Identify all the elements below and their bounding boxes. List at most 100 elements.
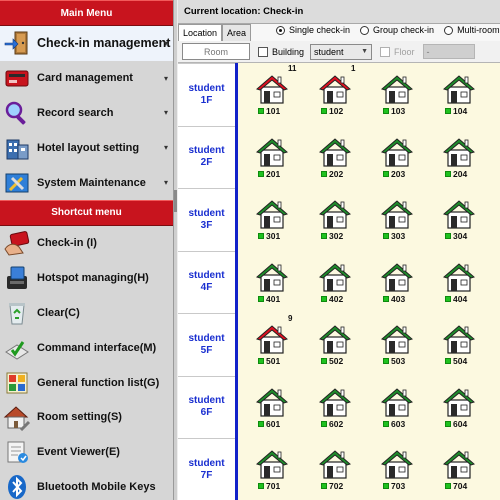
- room-guest-count: 1: [351, 64, 356, 73]
- menu-card-management[interactable]: Card management ▾: [0, 61, 173, 96]
- radio-group-checkin[interactable]: Group check-in: [360, 25, 434, 35]
- shortcut-command-interface[interactable]: Command interface(M): [0, 330, 173, 365]
- room-104[interactable]: 104: [441, 73, 481, 119]
- room-402[interactable]: 402: [317, 261, 357, 307]
- room-number: 203: [383, 169, 405, 179]
- room-number-text: 604: [453, 418, 468, 429]
- room-101[interactable]: 101: [254, 73, 294, 119]
- room-503[interactable]: 503: [379, 323, 419, 369]
- floor-select[interactable]: -: [422, 44, 475, 59]
- room-number: 503: [383, 356, 405, 366]
- vacant-house-icon: [256, 387, 288, 417]
- room-703[interactable]: 703: [379, 448, 419, 494]
- room-302[interactable]: 302: [317, 198, 357, 244]
- shortcut-general-function-list[interactable]: General function list(G): [0, 365, 173, 400]
- radio-multi-room[interactable]: Multi-room: [444, 25, 500, 35]
- room-number-text: 704: [453, 481, 468, 491]
- room-303[interactable]: 303: [379, 198, 419, 244]
- room-603[interactable]: 603: [379, 386, 419, 432]
- shortcut-room-setting[interactable]: Room setting(S): [0, 400, 173, 435]
- shortcut-hotspot-managing[interactable]: Hotspot managing(H): [0, 261, 173, 296]
- room-601[interactable]: 601: [254, 386, 294, 432]
- floor-checkbox[interactable]: Floor: [380, 46, 415, 57]
- building-select[interactable]: student ▼: [310, 43, 373, 60]
- room-number-text: 204: [453, 168, 468, 179]
- room-number-text: 101: [266, 106, 281, 116]
- room-102[interactable]: 102: [317, 73, 357, 119]
- shortcut-clear[interactable]: Clear(C): [0, 296, 173, 331]
- floor-label-4f[interactable]: student 4F: [178, 250, 235, 314]
- room-204[interactable]: 204: [441, 136, 481, 182]
- floor-label-5f[interactable]: student 5F: [178, 313, 235, 376]
- radio-dot: [276, 25, 285, 35]
- shortcut-bluetooth-mobile-keys[interactable]: Bluetooth Mobile Keys: [0, 470, 173, 500]
- menu-system-maintenance[interactable]: System Maintenance ▾: [0, 165, 173, 200]
- room-701[interactable]: 701: [254, 448, 294, 494]
- status-indicator-icon: [258, 358, 264, 364]
- room-501[interactable]: 501: [254, 323, 294, 369]
- room-403[interactable]: 403: [379, 261, 419, 307]
- room-401[interactable]: 401: [254, 261, 294, 307]
- shortcut-event-viewer[interactable]: Event Viewer(E): [0, 435, 173, 470]
- room-201[interactable]: 201: [254, 136, 294, 182]
- room-301[interactable]: 301: [254, 198, 294, 244]
- room-number-text: 104: [453, 106, 468, 116]
- splitter-grip[interactable]: [174, 190, 177, 212]
- radio-single-checkin[interactable]: Single check-in: [276, 25, 350, 35]
- room-704[interactable]: 704: [441, 448, 481, 494]
- room-number: 402: [321, 294, 343, 304]
- vacant-house-icon: [381, 137, 413, 167]
- building-select-value: student: [314, 46, 344, 57]
- room-search-input[interactable]: [182, 43, 250, 60]
- radio-label: Single check-in: [289, 25, 351, 35]
- room-number-text: 202: [329, 168, 344, 179]
- room-404[interactable]: 404: [441, 261, 481, 307]
- room-202[interactable]: 202: [317, 136, 357, 182]
- card-icon: [3, 64, 31, 92]
- door-exit-icon: [3, 29, 31, 57]
- room-103[interactable]: 103: [379, 73, 419, 119]
- room-604[interactable]: 604: [441, 386, 481, 432]
- floor-label-7f[interactable]: student 7F: [178, 438, 235, 500]
- room-number-text: 402: [329, 293, 344, 304]
- menu-checkin-management[interactable]: Check-in management ▾: [0, 26, 173, 61]
- status-indicator-icon: [445, 233, 451, 239]
- floor-label-1f[interactable]: student 1F: [178, 63, 235, 126]
- room-203[interactable]: 203: [379, 136, 419, 182]
- vacant-house-icon: [443, 387, 475, 417]
- vacant-house-icon: [443, 325, 475, 354]
- room-602[interactable]: 602: [317, 386, 357, 432]
- room-304[interactable]: 304: [441, 198, 481, 244]
- vacant-house-icon: [443, 262, 475, 292]
- room-502[interactable]: 502: [317, 323, 357, 369]
- status-indicator-icon: [258, 233, 264, 239]
- floor-label-3f[interactable]: student 3F: [178, 188, 235, 251]
- room-number: 301: [258, 231, 280, 241]
- floor-level: 3F: [200, 219, 213, 231]
- event-viewer-icon: [3, 438, 31, 466]
- floor-label-6f[interactable]: student 6F: [178, 375, 235, 439]
- room-702[interactable]: 702: [317, 448, 357, 494]
- room-number-text: 703: [391, 481, 406, 491]
- room-504[interactable]: 504: [441, 323, 481, 369]
- bluetooth-icon: [3, 473, 31, 500]
- tab-area[interactable]: Area: [222, 24, 252, 41]
- shortcut-label: Event Viewer(E): [37, 446, 120, 459]
- room-number: 302: [321, 231, 343, 241]
- status-indicator-icon: [445, 295, 451, 302]
- vacant-house-icon: [256, 450, 288, 479]
- menu-hotel-layout-setting[interactable]: Hotel layout setting ▾: [0, 130, 173, 165]
- building-checkbox[interactable]: Building: [258, 46, 304, 57]
- menu-label: System Maintenance: [37, 176, 146, 189]
- shortcut-checkin[interactable]: Check-in (I): [0, 226, 173, 261]
- shortcut-label: Clear(C): [37, 306, 80, 319]
- menu-record-search[interactable]: Record search ▾: [0, 96, 173, 131]
- status-indicator-icon: [321, 295, 327, 302]
- room-number-text: 603: [391, 418, 406, 429]
- room-guest-count: 11: [288, 64, 297, 73]
- room-number: 204: [445, 169, 467, 179]
- floor-label-2f[interactable]: student 2F: [178, 125, 235, 189]
- tab-location[interactable]: Location: [178, 24, 223, 41]
- floor-level: 4F: [200, 282, 213, 294]
- chevron-down-icon: ▾: [163, 108, 168, 118]
